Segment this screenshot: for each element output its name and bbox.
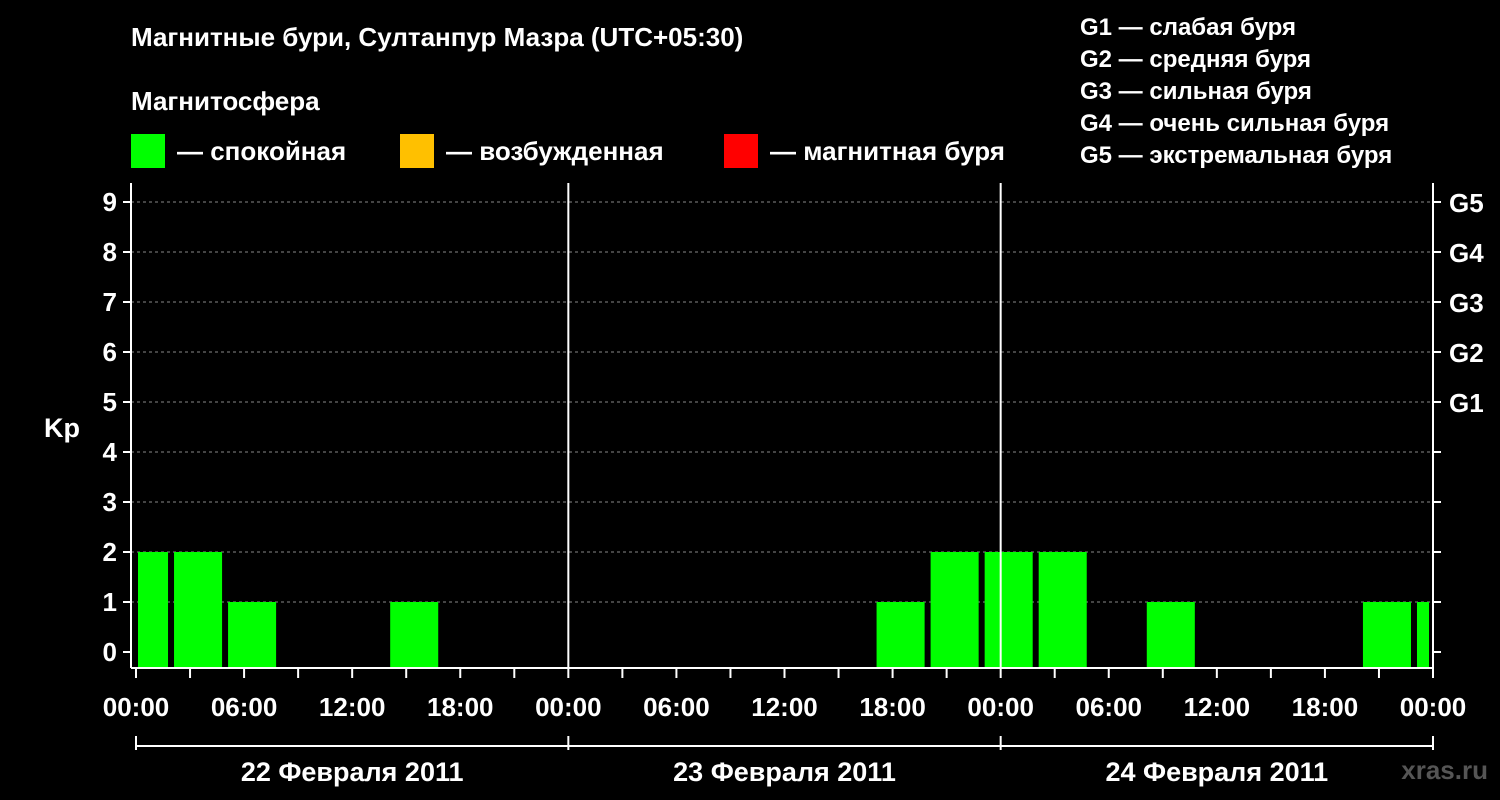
kp-bar [930,552,979,668]
kp-bar [1146,602,1195,668]
x-tick-label: 00:00 [1400,692,1467,722]
site-credit: xras.ru [1401,755,1488,785]
y-tick-label: 7 [103,287,117,317]
kp-bar [390,602,439,668]
kp-bar [228,602,277,668]
g-scale-label: G1 [1449,388,1484,418]
x-tick-label: 06:00 [643,692,710,722]
y-tick-label: 4 [103,437,118,467]
x-tick-label: 18:00 [427,692,494,722]
x-tick-label: 00:00 [535,692,602,722]
x-tick-label: 12:00 [1184,692,1251,722]
x-tick-label: 12:00 [751,692,818,722]
y-tick-label: 1 [103,587,117,617]
kp-bar [1362,602,1411,668]
x-tick-label: 00:00 [103,692,170,722]
x-tick-label: 06:00 [1076,692,1143,722]
chart-bars [138,552,1429,668]
g-scale-label: G5 [1449,188,1484,218]
kp-bar [138,552,169,668]
y-tick-label: 2 [103,537,117,567]
kp-bar [174,552,223,668]
y-axis-label: Kp [44,413,80,443]
day-label: 23 Февраля 2011 [673,757,896,787]
kp-bar [1038,552,1087,668]
x-tick-label: 18:00 [1292,692,1359,722]
y-tick-label: 8 [103,237,117,267]
g-scale-label: G2 [1449,338,1484,368]
kp-bar [984,552,1033,668]
y-tick-label: 5 [103,387,117,417]
x-tick-label: 12:00 [319,692,386,722]
day-label: 24 Февраля 2011 [1105,757,1328,787]
chart-axes: Kp 0 1 2 3 4 5 6 7 8 9 G1 G2 G3 G4 G5 00:00 06:00 12:00 18… [44,183,1484,787]
kp-chart: Kp 0 1 2 3 4 5 6 7 8 9 G1 G2 G3 G4 G5 00:00 06:00 12:00 18… [44,183,1484,787]
x-tick-label: 06:00 [211,692,278,722]
day-label: 22 Февраля 2011 [241,757,464,787]
x-tick-label: 00:00 [967,692,1034,722]
g-scale-label: G4 [1449,238,1484,268]
kp-bar [1416,602,1429,668]
chart-grid [131,201,1433,603]
y-tick-label: 6 [103,337,117,367]
kp-bar [876,602,925,668]
g-scale-label: G3 [1449,288,1484,318]
y-tick-label: 3 [103,487,117,517]
x-tick-label: 18:00 [859,692,926,722]
y-tick-label: 9 [103,187,117,217]
y-tick-label: 0 [103,637,117,667]
